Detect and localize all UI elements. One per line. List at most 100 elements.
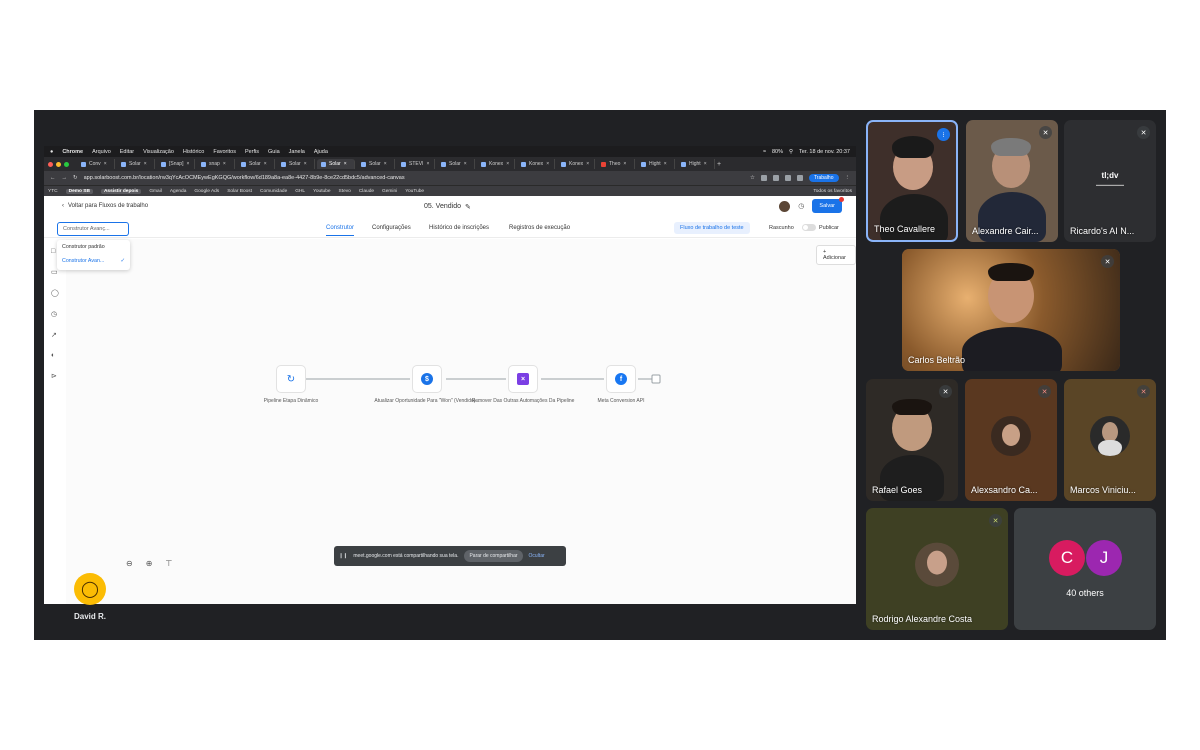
forward-arrow-icon[interactable]: → [62, 175, 68, 181]
browser-tab[interactable]: Hight × [677, 159, 715, 169]
bookmark[interactable]: Gemini [382, 189, 397, 194]
bookmark[interactable]: Youtube [313, 189, 330, 194]
participant-tile[interactable]: tl;dv ▬▬▬▬▬▬▬ ✕ Ricardo's AI N... [1064, 120, 1156, 242]
auto-layout-icon[interactable]: ⊤ [165, 559, 172, 568]
new-tab-button[interactable]: + [717, 161, 721, 168]
menu-item[interactable]: Arquivo [92, 149, 111, 155]
participant-tile[interactable]: ⁝ Theo Cavallere [866, 120, 958, 242]
flow-icon[interactable]: ⊳ [51, 372, 59, 380]
tab-historico[interactable]: Histórico de inscrições [429, 225, 489, 231]
back-link[interactable]: ‹ Voltar para Fluxos de trabalho [62, 203, 148, 209]
browser-tab[interactable]: snap × [197, 159, 235, 169]
bookmark[interactable]: Assistir depois [100, 188, 142, 194]
workflow-node[interactable]: ↻ Pipeline Etapa Dinâmico [236, 365, 346, 404]
menu-item[interactable]: Editar [120, 149, 134, 155]
clock-icon[interactable]: ◷ [51, 310, 59, 318]
tab-construtor[interactable]: Construtor [326, 225, 355, 236]
history-icon[interactable]: ◷ [798, 202, 804, 210]
menu-item[interactable]: Perfis [245, 149, 259, 155]
workflow-node[interactable]: $ Atualizar Oportunidade Para "Won" (Ven… [372, 365, 482, 404]
bookmark[interactable]: Solar Boost [227, 189, 252, 194]
browser-tab[interactable]: Solar × [117, 159, 155, 169]
favicon-icon [601, 161, 606, 167]
clock[interactable]: Ter. 18 de nov. 20:37 [799, 149, 850, 155]
bookmark[interactable]: Claude [359, 189, 374, 194]
zoom-window-button[interactable] [64, 161, 69, 167]
browser-tab[interactable]: Konex × [477, 159, 515, 169]
extension-icon[interactable] [796, 175, 803, 181]
all-favorites[interactable]: Todos os favoritos [813, 189, 852, 194]
builder-select[interactable]: Construtor Avanç... [57, 222, 129, 236]
hide-button[interactable]: Ocultar [529, 553, 545, 559]
apple-icon[interactable]: ● [50, 149, 53, 155]
star-icon[interactable]: ☆ [750, 175, 755, 181]
menu-item[interactable]: Histórico [183, 149, 204, 155]
avatar[interactable] [779, 200, 791, 212]
browser-tab[interactable]: Solar × [437, 159, 475, 169]
tab-registros[interactable]: Registros de execução [509, 225, 570, 231]
tab-configuracoes[interactable]: Configurações [372, 225, 411, 231]
add-button[interactable]: + Adicionar [816, 245, 856, 265]
menu-item[interactable]: Janela [289, 149, 305, 155]
search-icon[interactable]: ⚲ [789, 149, 793, 155]
participant-tile[interactable]: ✕ Marcos Viniciu... [1064, 379, 1156, 501]
external-link-icon[interactable]: ↗ [51, 331, 59, 339]
bookmark[interactable]: Comunidade [260, 189, 287, 194]
back-arrow-icon[interactable]: ← [50, 175, 56, 181]
browser-tab[interactable]: Conv × [77, 159, 115, 169]
browser-tab[interactable]: Konex × [517, 159, 555, 169]
workflow-node[interactable]: × Remover Das Outras Automações Da Pipel… [468, 365, 578, 404]
zoom-in-icon[interactable]: ⊕ [146, 559, 153, 568]
browser-tab[interactable]: Solar × [237, 159, 275, 169]
menu-item[interactable]: Ajuda [314, 149, 328, 155]
bookmark[interactable]: YTC [48, 189, 58, 194]
bookmark[interactable]: YouTube [405, 189, 424, 194]
extension-icon[interactable] [784, 175, 791, 181]
reload-icon[interactable]: ↻ [73, 175, 78, 181]
bookmark[interactable]: GHL [295, 189, 305, 194]
browser-tab-active[interactable]: Solar × [317, 159, 355, 169]
browser-tab[interactable]: Solar × [277, 159, 315, 169]
participant-tile[interactable]: ✕ Carlos Beltrão [902, 249, 1120, 371]
browser-tab[interactable]: Theo × [597, 159, 635, 169]
bookmark[interactable]: Demo SB [65, 188, 93, 194]
test-workflow-button[interactable]: Fluxo de trabalho de teste [674, 222, 750, 234]
menu-item[interactable]: Guia [268, 149, 280, 155]
extension-icon[interactable] [760, 175, 767, 181]
workflow-title[interactable]: 05. Vendido ✎ [424, 203, 471, 211]
url-field[interactable]: app.solarboost.com.br/location/rw3qYcAcO… [84, 175, 744, 181]
bookmark[interactable]: Stevo [339, 189, 351, 194]
bookmark[interactable]: Google Ads [194, 189, 219, 194]
wifi-icon[interactable]: ≈ [763, 149, 766, 155]
profile-button[interactable]: Trabalho [808, 174, 839, 182]
browser-tab[interactable]: Konex × [557, 159, 595, 169]
browser-tab[interactable]: [Snap] × [157, 159, 195, 169]
participant-tile[interactable]: ✕ Alexandre Cair... [966, 120, 1058, 242]
kebab-menu-icon[interactable]: ⋮ [845, 175, 851, 181]
extension-icon[interactable] [772, 175, 779, 181]
minimize-window-button[interactable] [56, 161, 61, 167]
menu-item[interactable]: Favoritos [213, 149, 236, 155]
option-advanced-builder[interactable]: Construtor Avan... ✓ [57, 254, 130, 268]
browser-tab[interactable]: STEVI × [397, 159, 435, 169]
close-window-button[interactable] [48, 161, 53, 167]
pencil-icon[interactable]: ✎ [465, 203, 471, 211]
zoom-out-icon[interactable]: ⊖ [126, 559, 133, 568]
participant-tile[interactable]: ✕ Rafael Goes [866, 379, 958, 501]
save-button[interactable]: Salvar [812, 197, 844, 213]
others-tile[interactable]: C J 40 others [1014, 508, 1156, 630]
menu-item[interactable]: Visualização [143, 149, 174, 155]
bookmark[interactable]: Gmail [149, 189, 162, 194]
bookmark[interactable]: Agenda [170, 189, 187, 194]
menu-app[interactable]: Chrome [62, 149, 83, 155]
option-standard-builder[interactable]: Construtor padrão [57, 240, 130, 254]
browser-tab[interactable]: Solar × [357, 159, 395, 169]
stop-sharing-button[interactable]: Parar de compartilhar [464, 550, 523, 562]
workflow-node[interactable]: f Meta Conversion API [566, 365, 676, 404]
check-circle-icon[interactable]: ◯ [51, 289, 59, 297]
participant-tile[interactable]: ✕ Rodrigo Alexandre Costa [866, 508, 1008, 630]
publish-toggle[interactable] [802, 224, 816, 231]
timer-icon[interactable]: ◐ [51, 352, 59, 359]
participant-tile[interactable]: ✕ Alexsandro Ca... [965, 379, 1057, 501]
browser-tab[interactable]: Hight × [637, 159, 675, 169]
